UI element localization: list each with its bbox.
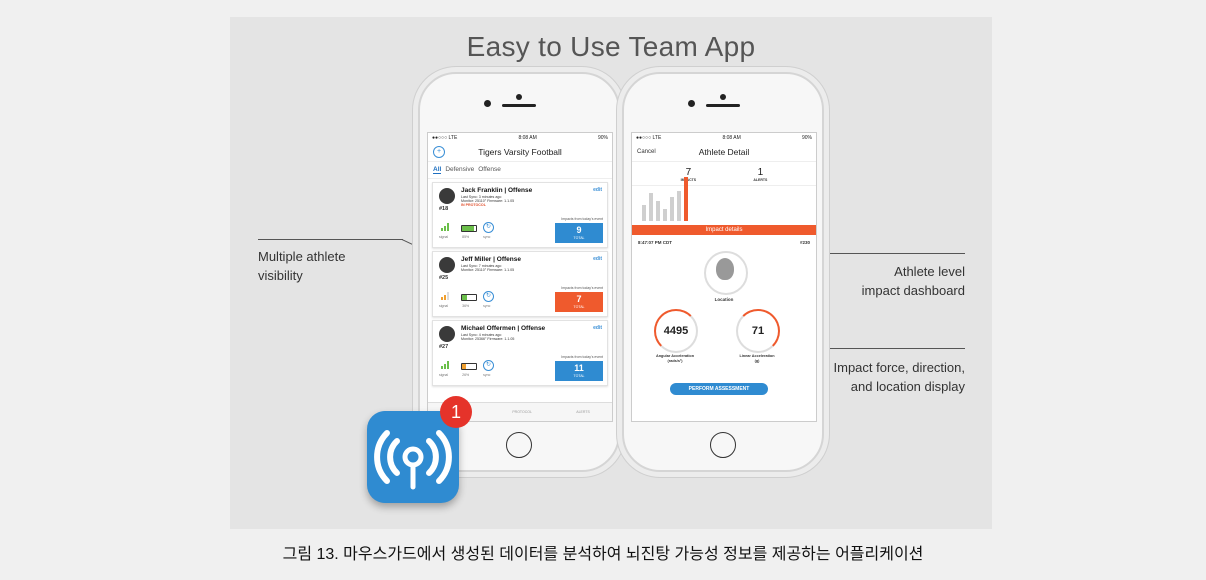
tab-defensive[interactable]: Defensive [445, 166, 474, 174]
camera [516, 94, 522, 100]
head-location-icon [704, 251, 748, 295]
impacts-caption: Impacts from today's event [561, 286, 603, 290]
speaker [706, 104, 740, 107]
nav-bar: + Tigers Varsity Football [428, 143, 612, 162]
sync-icon[interactable]: ↻ [483, 291, 494, 302]
mouthguard-signal-icon [374, 430, 452, 490]
perform-assessment-button[interactable]: PERFORM ASSESSMENT [670, 383, 768, 395]
signal-icon [441, 292, 449, 300]
status-labels: signal 36% sync [439, 304, 491, 308]
alerts-stat: 1 ALERTS [753, 167, 768, 182]
signal-icon [441, 223, 449, 231]
nav-bar: Cancel Athlete Detail [632, 143, 816, 162]
chart-bar [670, 197, 674, 221]
add-icon[interactable]: + [433, 146, 445, 158]
chart-bar [656, 201, 660, 221]
callout-line [258, 239, 403, 240]
impacts-caption: Impacts from today's event [561, 355, 603, 359]
chart-bar [642, 205, 646, 221]
cancel-button[interactable]: Cancel [637, 149, 656, 155]
app-icon[interactable] [367, 411, 459, 503]
sensor [688, 100, 695, 107]
battery-icon [461, 225, 477, 232]
avatar [439, 188, 455, 204]
chart-bar [649, 193, 653, 221]
impact-history-chart[interactable] [642, 177, 702, 221]
phone-athlete-detail: ●●○○○ LTE 8:08 AM 90% Cancel Athlete Det… [622, 72, 824, 472]
tab-alerts[interactable]: ALERTS [576, 410, 590, 414]
detail-title: Athlete Detail [698, 147, 750, 157]
callout-line [823, 253, 965, 254]
angular-label: Angular Acceleration (rads/s²) [655, 354, 695, 363]
avatar [439, 326, 455, 342]
camera [720, 94, 726, 100]
tab-offense[interactable]: Offense [478, 166, 501, 174]
edit-link[interactable]: edit [593, 325, 602, 331]
home-button[interactable] [506, 432, 532, 458]
status-bar: ●●○○○ LTE 8:08 AM 90% [432, 135, 608, 141]
signal-icon [441, 361, 449, 369]
edit-link[interactable]: edit [593, 256, 602, 262]
athlete-card[interactable]: #27 Michael Offermen | Offense edit Last… [432, 320, 608, 386]
status-bar: ●●○○○ LTE 8:08 AM 90% [636, 135, 812, 141]
location-label: Location [714, 297, 734, 302]
battery-icon [461, 294, 477, 301]
chart-bar [677, 191, 681, 221]
filter-tabs: All Defensive Offense [428, 162, 612, 179]
jersey-number: #18 [439, 206, 449, 212]
impacts-caption: Impacts from today's event [561, 217, 603, 221]
athlete-meta: Last Sync: 7 minutes ago Monitor: 25110°… [461, 264, 515, 273]
angular-gauge: 4495 [654, 309, 698, 353]
speaker [502, 104, 536, 107]
status-labels: signal 26% sync [439, 373, 491, 377]
callout-athlete-level: Athlete level impact dashboard [861, 264, 965, 298]
callout-multiple-athlete: Multiple athlete visibility [258, 249, 346, 283]
notification-badge: 1 [440, 396, 472, 428]
figure-caption: 그림 13. 마우스가드에서 생성된 데이터를 분석하여 뇌진탕 가능성 정보를… [282, 546, 924, 563]
impact-total[interactable]: 9 TOTAL [555, 223, 603, 243]
tab-protocol[interactable]: PROTOCOL [512, 410, 532, 414]
home-button[interactable] [710, 432, 736, 458]
impact-time: 8:47:07 PM CDT [638, 240, 673, 245]
chart-bar [684, 177, 688, 221]
team-title: Tigers Varsity Football [478, 147, 562, 157]
screen-athlete-detail: ●●○○○ LTE 8:08 AM 90% Cancel Athlete Det… [631, 132, 817, 422]
sensor [484, 100, 491, 107]
athlete-name: Jeff Miller | Offense [461, 256, 521, 263]
linear-gauge: 71 [736, 309, 780, 353]
edit-link[interactable]: edit [593, 187, 602, 193]
chart-bar [663, 209, 667, 221]
avatar [439, 257, 455, 273]
battery-icon [461, 363, 477, 370]
athlete-name: Jack Franklin | Offense [461, 187, 533, 194]
tab-all[interactable]: All [433, 166, 442, 174]
impact-id: #230 [799, 240, 810, 245]
status-labels: signal 85% sync [439, 235, 491, 239]
callout-impact-force: Impact force, direction, and location di… [833, 360, 966, 394]
sync-icon[interactable]: ↻ [483, 222, 494, 233]
jersey-number: #25 [439, 275, 449, 281]
impact-total[interactable]: 11 TOTAL [555, 361, 603, 381]
athlete-meta: Last Sync: 3 minutes ago Monitor: 25110°… [461, 195, 515, 208]
athlete-meta: Last Sync: 4 minutes ago Monitor: 25366°… [461, 333, 515, 342]
jersey-number: #27 [439, 344, 449, 350]
athlete-card[interactable]: #18 Jack Franklin | Offense edit Last Sy… [432, 182, 608, 248]
linear-label: Linear Acceleration (g) [739, 354, 775, 363]
athlete-card[interactable]: #25 Jeff Miller | Offense edit Last Sync… [432, 251, 608, 317]
callout-line [823, 348, 965, 349]
impact-total[interactable]: 7 TOTAL [555, 292, 603, 312]
screen-team-list: ●●○○○ LTE 8:08 AM 90% + Tigers Varsity F… [427, 132, 613, 422]
athlete-name: Michael Offermen | Offense [461, 325, 546, 332]
protocol-status: IN PROTOCOL [461, 203, 486, 208]
sync-icon[interactable]: ↻ [483, 360, 494, 371]
impact-details-header: Impact details [632, 225, 816, 235]
figure-title: Easy to Use Team App [466, 31, 756, 62]
